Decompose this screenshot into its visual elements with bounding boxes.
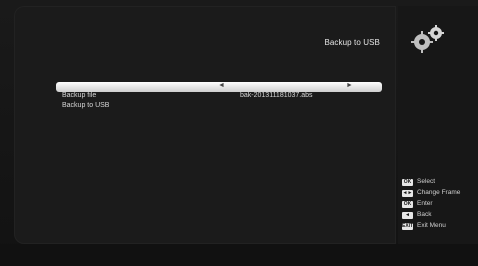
legend-enter: OK Enter <box>402 200 478 211</box>
screen: Backup to USB ◄ ► Backup file bak-201311… <box>0 0 478 266</box>
legend-label: Back <box>417 211 432 218</box>
legend-exit: EXIT Exit Menu <box>402 222 478 233</box>
menu-row-selected[interactable]: ◄ ► <box>56 82 382 92</box>
legend-change-frame: ◄► Change Frame <box>402 189 478 200</box>
menu-row-label: Backup to USB <box>62 102 110 109</box>
legend-label: Exit Menu <box>417 222 446 229</box>
arrows-key-icon: ◄► <box>402 190 413 197</box>
legend-label: Enter <box>417 200 433 207</box>
arrow-right-icon[interactable]: ► <box>346 82 353 89</box>
arrow-left-icon[interactable]: ◄ <box>218 82 225 89</box>
menu-row-backup-file[interactable]: Backup file bak-201311181037.abs <box>56 92 382 102</box>
key-legend: OK Select ◄► Change Frame OK Enter ◄ Bac… <box>402 178 478 233</box>
gear-icon <box>411 25 444 53</box>
legend-label: Change Frame <box>417 189 461 196</box>
menu-row-value: bak-201311181037.abs <box>240 92 313 99</box>
page-title: Backup to USB <box>324 38 380 47</box>
ok-key-icon: OK <box>402 201 413 208</box>
bottom-bar <box>0 244 478 266</box>
legend-label: Select <box>417 178 436 185</box>
menu-row-label: Backup file <box>62 92 97 99</box>
menu-row-backup-to-usb[interactable]: Backup to USB <box>56 102 382 112</box>
settings-menu: ◄ ► Backup file bak-201311181037.abs Bac… <box>56 82 382 112</box>
legend-back: ◄ Back <box>402 211 478 222</box>
ok-key-icon: OK <box>402 179 413 186</box>
exit-key-icon: EXIT <box>402 223 414 230</box>
legend-select: OK Select <box>402 178 478 189</box>
back-key-icon: ◄ <box>402 212 413 219</box>
